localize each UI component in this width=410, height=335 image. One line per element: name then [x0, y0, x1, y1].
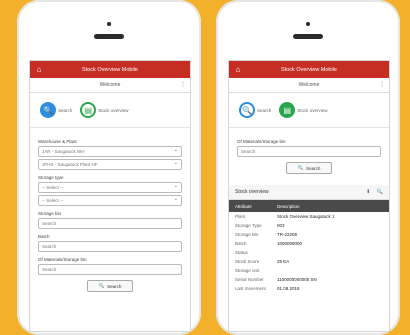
welcome-bar: Welcome ⋮ [229, 78, 389, 93]
storage-bin-label: Storage bin [38, 211, 62, 216]
search-button-label: Search [306, 165, 321, 171]
material-bin-placeholder: Search [42, 267, 57, 272]
row-key: Status [235, 250, 248, 255]
search-button-label: Search [107, 283, 122, 289]
search-icon: 🔍 [297, 165, 304, 170]
table-row: Storage Type 003 [229, 221, 389, 230]
search-button[interactable]: 🔍 Search [286, 162, 332, 174]
app-screen-right: ⌂ Stock Overview Mobile Welcome ⋮ 🔍 Sear… [228, 60, 390, 332]
results-title: Stock overview [235, 189, 269, 195]
tab-stock-overview[interactable]: ▤ Stock overview [279, 102, 328, 118]
welcome-text: Welcome [99, 82, 121, 88]
app-title: Stock Overview Mobile [82, 66, 138, 73]
storage-type-select-1[interactable]: -- Select -- ⌄ [38, 182, 182, 193]
search-icon: 🔍 [239, 102, 255, 118]
document-icon: ▤ [279, 102, 296, 118]
chevron-down-icon: ⌄ [173, 147, 178, 153]
table-row: Batch 1000008000 [229, 239, 389, 248]
row-value: 003 [277, 223, 285, 228]
phone-right: ⌂ Stock Overview Mobile Welcome ⋮ 🔍 Sear… [216, 0, 400, 335]
material-bin-input[interactable]: Search [237, 146, 381, 157]
row-key: Last movement [235, 286, 266, 291]
chevron-down-icon: ⌄ [173, 160, 178, 166]
table-row: Stock Score 25 EA [229, 257, 389, 266]
search-form: Of Materials/Storage bin Search 🔍 Search [229, 128, 389, 185]
search-icon: 🔍 [98, 283, 105, 288]
more-icon[interactable]: ⋮ [180, 81, 186, 88]
storage-type-select-2[interactable]: -- Select -- ⌄ [38, 195, 182, 206]
app-header: ⌂ Stock Overview Mobile [229, 61, 389, 78]
tab-stock-overview-label: Stock overview [297, 107, 328, 113]
speaker-icon [94, 22, 124, 39]
tab-search[interactable]: 🔍 Search [40, 102, 72, 118]
column-header-description: Description [277, 203, 300, 209]
table-row: Status [229, 248, 389, 257]
row-value: 1000008000 [277, 241, 303, 246]
material-bin-label: Of Materials/Storage bin [237, 139, 286, 144]
material-bin-label: Of Materials/Storage bin [38, 257, 87, 262]
welcome-text: Welcome [298, 82, 320, 88]
material-bin-input[interactable]: Search [38, 264, 182, 275]
row-value: Stock Overview Saugatuck 1 [277, 214, 335, 219]
row-key: Serial Number [235, 277, 264, 282]
row-key: Storage unit [235, 268, 260, 273]
tab-stock-overview-label: Stock overview [98, 107, 129, 113]
row-key: Storage Type [235, 223, 262, 228]
warehouse-label: Warehouse & Plant [38, 139, 77, 144]
tab-bar: 🔍 Search ▤ Stock overview [30, 93, 190, 128]
chevron-down-icon: ⌄ [173, 183, 178, 189]
more-icon[interactable]: ⋮ [379, 81, 385, 88]
batch-input[interactable]: Search [38, 241, 182, 252]
row-value: 01.08.2018 [277, 286, 300, 291]
table-row: Storage unit [229, 266, 389, 275]
storage-type-value-2: -- Select -- [42, 198, 64, 203]
table-row: Last movement 01.08.2018 [229, 284, 389, 293]
app-screen-left: ⌂ Stock Overview Mobile Welcome ⋮ 🔍 Sear… [29, 60, 191, 332]
row-key: Storage Bin [235, 232, 259, 237]
search-form: Warehouse & Plant JAR - Saugatuck WH ⌄ J… [30, 128, 190, 303]
tab-search[interactable]: 🔍 Search [239, 102, 271, 118]
plant-select[interactable]: JPHX - Saugatuck Plant HF ⌄ [38, 159, 182, 170]
tab-bar: 🔍 Search ▤ Stock overview [229, 93, 389, 128]
tab-stock-overview[interactable]: ▤ Stock overview [80, 102, 129, 118]
app-header: ⌂ Stock Overview Mobile [30, 61, 190, 78]
row-key: Stock Score [235, 259, 260, 264]
warehouse-select[interactable]: JAR - Saugatuck WH ⌄ [38, 146, 182, 157]
download-icon[interactable]: ⬇ [366, 189, 370, 195]
row-value: TR-22208 [277, 232, 298, 237]
welcome-bar: Welcome ⋮ [30, 78, 190, 93]
storage-type-label: Storage type [38, 175, 64, 180]
results-actions: ⬇ 🔍 [361, 189, 383, 195]
home-icon[interactable]: ⌂ [30, 65, 48, 74]
row-value: 25 EA [277, 259, 290, 264]
column-header-attribute: Attribute [235, 203, 252, 209]
app-title: Stock Overview Mobile [281, 66, 337, 73]
storage-bin-input[interactable]: Search [38, 218, 182, 229]
chevron-down-icon: ⌄ [173, 196, 178, 202]
home-icon[interactable]: ⌂ [229, 65, 247, 74]
search-button[interactable]: 🔍 Search [87, 280, 133, 292]
table-row: Storage Bin TR-22208 [229, 230, 389, 239]
row-value: 1100000000000 SN [277, 277, 317, 282]
results-header: Stock overview ⬇ 🔍 [229, 185, 389, 200]
search-icon: 🔍 [40, 102, 56, 118]
document-icon: ▤ [80, 102, 97, 118]
material-bin-placeholder: Search [241, 149, 256, 154]
row-key: Plant [235, 214, 246, 219]
search-icon[interactable]: 🔍 [377, 189, 383, 195]
plant-value: JPHX - Saugatuck Plant HF [42, 162, 98, 167]
tab-search-label: Search [58, 107, 73, 113]
phone-left: ⌂ Stock Overview Mobile Welcome ⋮ 🔍 Sear… [17, 0, 201, 335]
table-header: Attribute Description [229, 200, 389, 212]
row-key: Batch [235, 241, 247, 246]
batch-label: Batch [38, 234, 50, 239]
storage-type-value-1: -- Select -- [42, 185, 64, 190]
warehouse-value: JAR - Saugatuck WH [42, 149, 85, 154]
batch-placeholder: Search [42, 244, 57, 249]
storage-bin-placeholder: Search [42, 221, 57, 226]
tab-search-label: Search [257, 107, 272, 113]
table-row: Plant Stock Overview Saugatuck 1 [229, 212, 389, 221]
speaker-icon [293, 22, 323, 39]
table-row: Serial Number 1100000000000 SN [229, 275, 389, 284]
